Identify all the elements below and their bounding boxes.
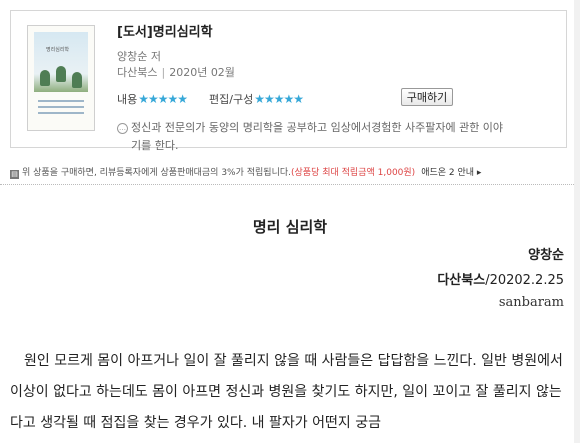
review-body: 원인 모르게 몸이 아프거나 일이 잘 풀리지 않을 때 사람들은 답답함을 느… (10, 353, 563, 431)
description-line-1: 정신과 전문의가 동양의 명리학을 공부하고 임상에서경험한 사주팔자에 관한 … (131, 121, 504, 134)
review-pub-date: /20202.2.25 (485, 273, 564, 288)
book-title[interactable]: [도서]명리심리학 (117, 25, 557, 41)
cover-title: 명리심리학 (46, 47, 70, 53)
divider (0, 184, 580, 185)
review-publisher-line: 다산북스/20202.2.25 (437, 269, 564, 288)
rating-edit-stars: ★★★★★ (254, 92, 304, 106)
rating-edit-label: 편집/구성 (209, 93, 254, 106)
book-publish-info: 다산북스 | 2020년 02월 (117, 66, 235, 79)
cover-text-lines (38, 100, 84, 118)
book-publisher[interactable]: 다산북스 (117, 66, 157, 79)
cover-tree (56, 66, 66, 82)
addon-link[interactable]: 애드온 2 안내 ▸ (421, 168, 481, 178)
cover-tree (40, 70, 50, 86)
review-author: 양창순 (528, 248, 564, 263)
quote-icon: … (117, 123, 128, 134)
book-details: [도서]명리심리학 양창순 저 다산북스 | 2020년 02월 내용★★★★★ 편집… (117, 25, 557, 152)
reward-notice: ▤ 위 상품을 구매하면, 리뷰등록자에게 상품판매대금의 3%가 적립됩니다.(… (10, 165, 570, 179)
review-signature: sanbaram (498, 295, 564, 310)
info-icon: ▤ (10, 170, 19, 179)
review-title: 명리 심리학 (252, 218, 328, 236)
cover-tree (72, 72, 82, 88)
book-info-box: 명리심리학 [도서]명리심리학 양창순 저 다산북스 | 2020년 02월 내용★… (10, 10, 567, 152)
book-description: … 정신과 전문의가 동양의 명리학을 공부하고 임상에서경험한 사주팔자에 관한… (117, 119, 557, 155)
description-line-2: 기를 한다. (131, 139, 179, 152)
book-ratings: 내용★★★★★ 편집/구성★★★★★ (117, 91, 304, 108)
book-date: 2020년 02월 (169, 66, 235, 79)
review-publisher: 다산북스 (437, 273, 486, 288)
scrollbar[interactable] (574, 0, 580, 443)
notice-highlight: (상품당 최대 적립금액 1,000원) (291, 168, 416, 178)
notice-text: 위 상품을 구매하면, 리뷰등록자에게 상품판매대금의 3%가 적립됩니다. (22, 168, 292, 178)
buy-button[interactable]: 구매하기 (401, 88, 453, 106)
book-author[interactable]: 양창순 저 (117, 49, 557, 65)
rating-content-stars: ★★★★★ (138, 92, 188, 106)
book-cover-image[interactable]: 명리심리학 (27, 25, 95, 131)
rating-content-label: 내용 (117, 93, 138, 106)
